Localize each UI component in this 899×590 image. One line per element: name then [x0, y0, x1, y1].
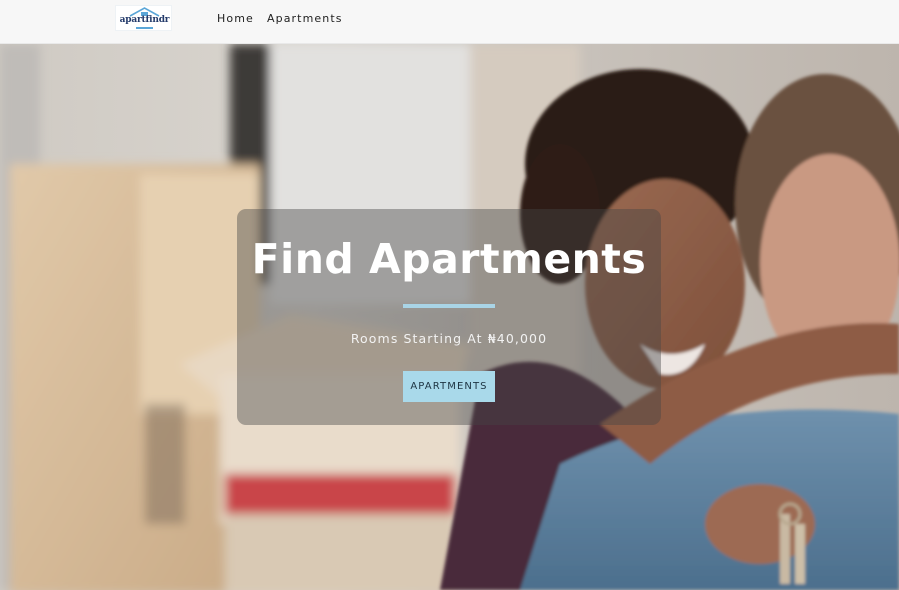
brand-logo[interactable]: apartfindr	[115, 5, 172, 31]
hero-title-underline	[403, 304, 495, 308]
logo-underline	[136, 27, 153, 29]
hero-section: Find Apartments Rooms Starting At ₦40,00…	[0, 44, 899, 590]
hero-overlay-card: Find Apartments Rooms Starting At ₦40,00…	[237, 209, 661, 425]
top-navbar: apartfindr Home Apartments	[0, 0, 899, 44]
hero-title: Find Apartments	[251, 235, 647, 283]
nav-link-apartments[interactable]: Apartments	[267, 12, 343, 25]
nav-link-home[interactable]: Home	[217, 12, 254, 25]
hero-subtitle: Rooms Starting At ₦40,000	[350, 331, 548, 346]
apartments-button[interactable]: APARTMENTS	[403, 371, 495, 402]
logo-text: apartfindr	[119, 15, 170, 25]
